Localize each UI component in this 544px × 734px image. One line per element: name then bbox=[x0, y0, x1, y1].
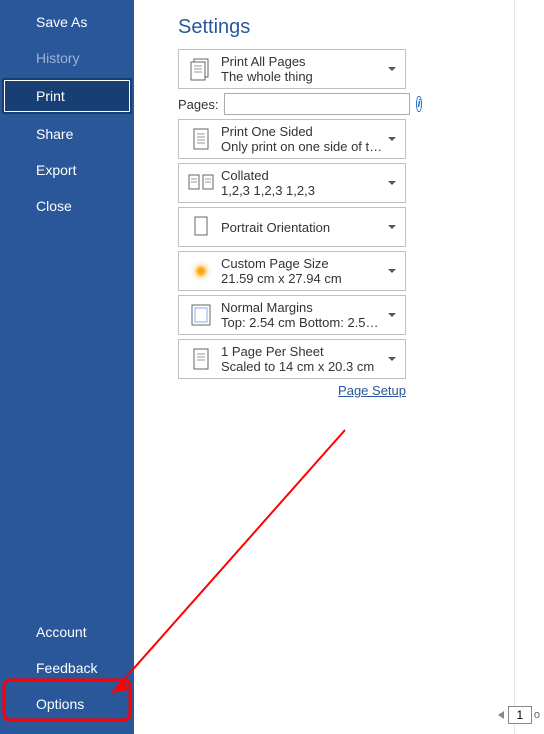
sidebar-item-print[interactable]: Print bbox=[2, 78, 132, 114]
pages-stack-icon bbox=[185, 56, 217, 82]
sidebar-item-account[interactable]: Account bbox=[0, 614, 134, 650]
settings-heading: Settings bbox=[178, 16, 494, 39]
opt-title: Normal Margins bbox=[221, 300, 385, 315]
opt-title: Print All Pages bbox=[221, 54, 385, 69]
page-setup-link[interactable]: Page Setup bbox=[338, 383, 406, 398]
sidebar-item-history[interactable]: History bbox=[0, 40, 134, 76]
pages-per-sheet-dropdown[interactable]: 1 Page Per Sheet Scaled to 14 cm x 20.3 … bbox=[178, 339, 406, 379]
orientation-dropdown[interactable]: Portrait Orientation bbox=[178, 207, 406, 247]
info-icon[interactable]: i bbox=[416, 96, 421, 112]
page-setup-row: Page Setup bbox=[178, 383, 406, 398]
sidebar-item-options[interactable]: Options bbox=[0, 686, 134, 722]
opt-sub: 21.59 cm x 27.94 cm bbox=[221, 271, 385, 286]
of-label: o bbox=[534, 709, 540, 721]
opt-sub: Top: 2.54 cm Bottom: 2.54 c... bbox=[221, 315, 385, 330]
current-page-input[interactable] bbox=[508, 706, 532, 724]
chevron-down-icon bbox=[385, 269, 399, 273]
single-page-icon bbox=[185, 126, 217, 152]
page-size-dropdown[interactable]: Custom Page Size 21.59 cm x 27.94 cm bbox=[178, 251, 406, 291]
one-per-sheet-icon bbox=[185, 346, 217, 372]
opt-title: 1 Page Per Sheet bbox=[221, 344, 385, 359]
opt-sub: The whole thing bbox=[221, 69, 385, 84]
portrait-icon bbox=[185, 214, 217, 240]
margins-dropdown[interactable]: Normal Margins Top: 2.54 cm Bottom: 2.54… bbox=[178, 295, 406, 335]
opt-sub: Only print on one side of th... bbox=[221, 139, 385, 154]
chevron-down-icon bbox=[385, 225, 399, 229]
sidebar-item-export[interactable]: Export bbox=[0, 152, 134, 188]
collation-dropdown[interactable]: Collated 1,2,3 1,2,3 1,2,3 bbox=[178, 163, 406, 203]
pages-input[interactable] bbox=[224, 93, 410, 115]
chevron-down-icon bbox=[385, 357, 399, 361]
collated-icon bbox=[185, 171, 217, 195]
opt-title: Collated bbox=[221, 168, 385, 183]
margins-icon bbox=[185, 302, 217, 328]
page-navigator: o bbox=[496, 706, 540, 724]
print-what-dropdown[interactable]: Print All Pages The whole thing bbox=[178, 49, 406, 89]
preview-strip: o bbox=[514, 0, 544, 734]
sidebar-item-close[interactable]: Close bbox=[0, 188, 134, 224]
chevron-down-icon bbox=[385, 137, 399, 141]
chevron-down-icon bbox=[385, 313, 399, 317]
opt-title: Custom Page Size bbox=[221, 256, 385, 271]
chevron-down-icon bbox=[385, 181, 399, 185]
pages-row: Pages: i bbox=[178, 93, 406, 115]
custom-size-icon bbox=[185, 266, 217, 276]
sidebar-item-feedback[interactable]: Feedback bbox=[0, 650, 134, 686]
opt-sub: Scaled to 14 cm x 20.3 cm bbox=[221, 359, 385, 374]
chevron-down-icon bbox=[385, 67, 399, 71]
sides-dropdown[interactable]: Print One Sided Only print on one side o… bbox=[178, 119, 406, 159]
opt-sub: 1,2,3 1,2,3 1,2,3 bbox=[221, 183, 385, 198]
prev-page-icon[interactable] bbox=[496, 710, 506, 720]
pages-label: Pages: bbox=[178, 97, 218, 112]
opt-title: Print One Sided bbox=[221, 124, 385, 139]
sidebar-item-share[interactable]: Share bbox=[0, 116, 134, 152]
opt-title: Portrait Orientation bbox=[221, 220, 385, 235]
sidebar-item-saveas[interactable]: Save As bbox=[0, 4, 134, 40]
backstage-sidebar: Save As History Print Share Export Close… bbox=[0, 0, 134, 734]
print-settings-panel: Settings Print All Pages The whole thing… bbox=[134, 0, 514, 734]
